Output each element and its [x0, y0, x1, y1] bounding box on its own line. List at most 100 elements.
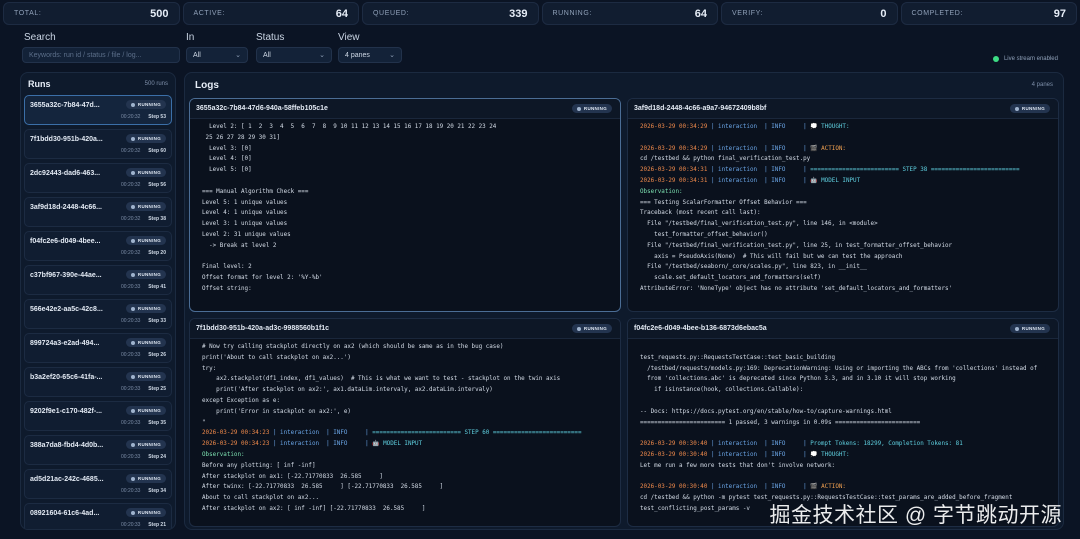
- log-pane-header: 3655a32c-7b84-47d6-940a-58ffeb105c1e RUNN…: [190, 99, 620, 119]
- run-list-item[interactable]: 7f1bdd30-951b-420a... RUNNING 00:20:32 Step…: [24, 129, 172, 159]
- status-badge: RUNNING: [125, 372, 166, 381]
- log-timestamp: 2026-03-29 00:34:31: [640, 167, 711, 174]
- status-badge-label: RUNNING: [137, 374, 161, 379]
- status-select-value: All: [263, 51, 271, 59]
- view-label: View: [338, 32, 360, 43]
- run-list-item[interactable]: 566e42e2-aa5c-42c8... RUNNING 00:20:33 Step…: [24, 299, 172, 329]
- log-line: [202, 252, 614, 263]
- search-label: Search: [24, 32, 56, 43]
- run-list-item[interactable]: 388a7da8-fbd4-4d0b... RUNNING 00:20:33 Step…: [24, 435, 172, 465]
- log-output: Level 2: [ 1 2 3 4 5 6 7 8 9 10 11 12 13…: [190, 119, 620, 295]
- log-message: 💭 THOUGHT:: [806, 124, 850, 130]
- run-time: 00:20:32: [121, 148, 141, 154]
- status-badge: RUNNING: [125, 236, 166, 245]
- run-id: 9202f9e1-c170-482f-...: [30, 408, 102, 415]
- log-text: Level 2: [ 1 2 3 4 5 6 7 8 9 10 11 12 13…: [202, 124, 497, 130]
- log-line: try:: [202, 364, 614, 375]
- log-text: print('About to call stackplot on ax2...…: [202, 354, 351, 361]
- log-line: print('Error in stackplot on ax2:', e): [202, 407, 614, 418]
- run-id: 388a7da8-fbd4-4d0b...: [30, 442, 104, 449]
- run-time: 00:20:33: [121, 386, 141, 392]
- log-pane-run-id: f04fc2e6-d049-4bee-b136-6873d6ebac5a: [634, 325, 767, 332]
- status-badge: RUNNING: [125, 100, 166, 109]
- log-pane[interactable]: f04fc2e6-d049-4bee-b136-6873d6ebac5a RUNN…: [627, 318, 1059, 527]
- run-list-item[interactable]: 899724a3-e2ad-494... RUNNING 00:20:33 Step …: [24, 333, 172, 363]
- log-pane-run-id: 3af9d18d-2448-4c66-a9a7-94672409b8bf: [634, 105, 767, 112]
- run-list-item[interactable]: 2dc92443-dad6-463... RUNNING 00:20:32 Step …: [24, 163, 172, 193]
- log-text: except Exception as e:: [202, 397, 281, 404]
- log-pane-run-id: 3655a32c-7b84-47d6-940a-58ffeb105c1e: [196, 105, 328, 112]
- log-timestamp: 2026-03-29 00:34:23: [202, 430, 273, 437]
- log-message: ========================= STEP 60 ======…: [368, 430, 582, 437]
- run-time: 00:20:32: [121, 250, 141, 256]
- in-select[interactable]: All ⌄: [186, 47, 248, 63]
- log-message: Prompt Tokens: 18299, Completion Tokens:…: [806, 441, 963, 448]
- status-badge-label: RUNNING: [1021, 106, 1045, 111]
- stats-bar: TOTAL: 500 ACTIVE: 64 QUEUED: 339 RUNNING: 64 VE…: [0, 0, 1080, 27]
- run-id: ad5d21ac-242c-4685...: [30, 476, 104, 483]
- log-line: -> Break at level 2: [202, 241, 614, 252]
- run-time: 00:20:33: [121, 420, 141, 426]
- log-line: 2026-03-29 00:34:29 | interaction | INFO…: [640, 144, 1052, 155]
- runs-title: Runs: [28, 79, 51, 89]
- status-badge-label: RUNNING: [137, 102, 161, 107]
- search-input[interactable]: Keywords: run id / status / file / log..…: [22, 47, 180, 63]
- log-text: Level 5: 1 unique values: [202, 199, 288, 206]
- run-list-item[interactable]: c37bf967-390e-44ae... RUNNING 00:20:33 Step…: [24, 265, 172, 295]
- log-line: Level 2: [ 1 2 3 4 5 6 7 8 9 10 11 12 13…: [202, 122, 614, 133]
- log-pane[interactable]: 3655a32c-7b84-47d6-940a-58ffeb105c1e RUNN…: [189, 98, 621, 312]
- run-list-item[interactable]: 9202f9e1-c170-482f-... RUNNING 00:20:33 Ste…: [24, 401, 172, 431]
- log-text: test_conflicting_post_params -v: [640, 505, 750, 512]
- status-dot-icon: [576, 106, 581, 111]
- log-text: File "/testbed/final_verification_test.p…: [640, 221, 878, 228]
- log-line: [640, 133, 1052, 144]
- log-line: 2026-03-29 00:34:31 | interaction | INFO…: [640, 176, 1052, 187]
- run-list-item[interactable]: 3af9d18d-2448-4c66... RUNNING 00:20:32 Step…: [24, 197, 172, 227]
- status-badge: RUNNING: [125, 474, 166, 483]
- stat-key: VERIFY:: [732, 10, 764, 17]
- log-timestamp: 2026-03-29 00:30:40: [640, 451, 711, 458]
- log-line: scale.set_default_locators_and_formatter…: [640, 273, 1052, 284]
- log-pane[interactable]: 3af9d18d-2448-4c66-a9a7-94672409b8bf RUNN…: [627, 98, 1059, 312]
- log-line: ======================== 1 passed, 3 war…: [640, 418, 1052, 429]
- run-id: f04fc2e6-d049-4bee...: [30, 238, 101, 245]
- run-list-item[interactable]: ad5d21ac-242c-4685... RUNNING 00:20:33 Step…: [24, 469, 172, 499]
- log-line: [202, 176, 614, 187]
- status-select[interactable]: All ⌄: [256, 47, 332, 63]
- log-text: After stackplot on ax2: [ inf -inf] [-22…: [202, 505, 426, 512]
- status-badge: RUNNING: [125, 134, 166, 143]
- log-text: Traceback (most recent call last):: [640, 210, 761, 217]
- log-text: Level 4: 1 unique values: [202, 210, 288, 217]
- chevron-down-icon: ⌄: [389, 52, 395, 59]
- stat-value: 97: [1053, 7, 1066, 20]
- log-line: 2026-03-29 00:30:40 | interaction | INFO…: [640, 482, 1052, 493]
- log-message: 🎬 ACTION:: [806, 145, 846, 152]
- run-list-item[interactable]: b3a2ef20-65c6-41fa-... RUNNING 00:20:33 Ste…: [24, 367, 172, 397]
- live-dot-icon: [992, 56, 999, 62]
- log-pane[interactable]: 7f1bdd30-951b-420a-ad3c-9988560b1f1c RUNN…: [189, 318, 621, 527]
- stat-key: RUNNING:: [552, 10, 592, 17]
- log-text: Observation:: [202, 451, 245, 458]
- log-text: from 'collections.abc' is deprecated sin…: [640, 376, 956, 383]
- status-badge: RUNNING: [125, 168, 166, 177]
- view-select[interactable]: 4 panes ⌄: [338, 47, 402, 63]
- status-badge-label: RUNNING: [137, 306, 161, 311]
- log-line: ax2.stackplot(df1_index, df1_values) # T…: [202, 374, 614, 385]
- run-list-item[interactable]: 3655a32c-7b84-47d... RUNNING 00:20:32 Step …: [24, 95, 172, 125]
- status-badge: RUNNING: [125, 440, 166, 449]
- run-step: Step 60: [148, 148, 166, 154]
- status-dot-icon: [130, 374, 135, 379]
- status-badge: RUNNING: [125, 406, 166, 415]
- run-list-item[interactable]: 08921604-61c6-4ad... RUNNING 00:20:33 Step …: [24, 503, 172, 529]
- log-line: 2026-03-29 00:34:29 | interaction | INFO…: [640, 122, 1052, 133]
- log-line: 2026-03-29 00:30:40 | interaction | INFO…: [640, 439, 1052, 450]
- log-line: Final level: 2: [202, 262, 614, 273]
- stat-key: TOTAL:: [14, 10, 42, 17]
- run-list-item[interactable]: f04fc2e6-d049-4bee... RUNNING 00:20:32 Step…: [24, 231, 172, 261]
- run-step: Step 41: [148, 284, 166, 290]
